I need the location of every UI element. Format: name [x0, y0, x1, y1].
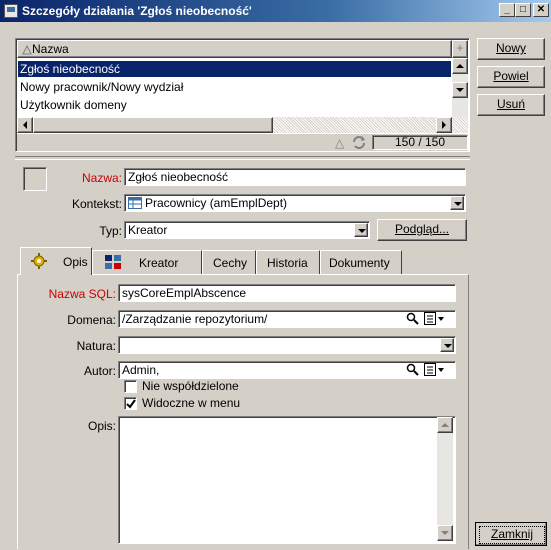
- not-shared-label: Nie współdzielone: [142, 379, 239, 393]
- delete-button-label: Usuń: [496, 97, 525, 111]
- description-scroll-up[interactable]: [437, 417, 453, 433]
- list-item[interactable]: Zgłoś nieobecność: [18, 61, 451, 77]
- author-label: Autor:: [83, 364, 116, 378]
- list-picker-icon[interactable]: [424, 312, 446, 329]
- sort-indicator-icon: △: [335, 136, 345, 150]
- domain-value: /Zarządzanie repozytorium/: [122, 312, 268, 326]
- column-header-name[interactable]: Nazwa: [17, 40, 452, 58]
- record-counter: 150 / 150: [372, 135, 468, 150]
- title-bar[interactable]: Szczegóły działania 'Zgłoś nieobecność' …: [0, 0, 551, 22]
- splitter[interactable]: [15, 156, 470, 160]
- new-button-label: Nowy: [495, 41, 526, 55]
- description-scrollbar[interactable]: [437, 417, 453, 541]
- description-textarea[interactable]: [118, 416, 456, 544]
- nature-select[interactable]: [118, 336, 456, 354]
- tab-opis[interactable]: Opis: [20, 247, 92, 275]
- tab-cechy[interactable]: Cechy: [202, 250, 256, 274]
- window-title: Szczegóły działania 'Zgłoś nieobecność': [22, 4, 252, 18]
- close-window-button[interactable]: ✕: [533, 3, 549, 17]
- visible-in-menu-label: Widoczne w menu: [142, 396, 241, 410]
- minimize-button[interactable]: _: [499, 3, 515, 17]
- tab-kreator-label: Kreator: [139, 256, 179, 270]
- visible-in-menu-checkbox[interactable]: [124, 397, 137, 410]
- scroll-left-button[interactable]: [17, 117, 33, 133]
- duplicate-button-label: Powiel: [493, 69, 529, 83]
- magnifier-icon[interactable]: [406, 312, 420, 329]
- tab-historia-label: Historia: [267, 256, 308, 270]
- description-label: Opis:: [87, 419, 116, 433]
- author-magnifier-icon[interactable]: [406, 363, 420, 380]
- not-shared-checkbox[interactable]: [124, 380, 137, 393]
- nature-label: Natura:: [76, 339, 116, 353]
- checkmark-icon: [126, 398, 136, 412]
- author-value: Admin,: [122, 363, 160, 377]
- scroll-down-button[interactable]: [452, 82, 468, 98]
- preview-button-label: Podgląd...: [394, 222, 450, 236]
- close-button[interactable]: Zamknij: [475, 522, 547, 546]
- wizard-icon: [105, 255, 121, 275]
- nature-dropdown-arrow[interactable]: [440, 338, 454, 352]
- window-app-icon: [4, 4, 18, 18]
- column-header-label: Nazwa: [32, 42, 69, 56]
- horizontal-scroll-thumb[interactable]: [33, 117, 273, 133]
- type-dropdown-arrow[interactable]: [354, 223, 368, 237]
- context-select[interactable]: Pracownicy (amEmplDept): [124, 194, 466, 212]
- column-add-icon[interactable]: +: [452, 40, 468, 58]
- tab-dokumenty-label: Dokumenty: [329, 256, 390, 270]
- tab-opis-label: Opis: [63, 255, 88, 269]
- details-window: Szczegóły działania 'Zgłoś nieobecność' …: [0, 0, 551, 550]
- tab-cechy-label: Cechy: [213, 256, 248, 270]
- scroll-up-button[interactable]: [452, 58, 468, 74]
- description-scroll-down[interactable]: [437, 525, 453, 541]
- sort-ascending-icon: [22, 44, 32, 58]
- type-select[interactable]: Kreator: [124, 221, 370, 239]
- type-label: Typ:: [99, 224, 122, 238]
- close-button-label: Zamknij: [479, 526, 545, 544]
- preview-button[interactable]: Podgląd...: [377, 219, 467, 241]
- records-list[interactable]: Nazwa + Zgłoś nieobecność Nowy pracownik…: [15, 38, 470, 152]
- sql-name-field[interactable]: sysCoreEmplAbscence: [118, 284, 456, 302]
- name-field[interactable]: Zgłoś nieobecność: [124, 168, 466, 186]
- tab-historia[interactable]: Historia: [256, 250, 320, 274]
- domain-label: Domena:: [67, 313, 116, 327]
- tab-dokumenty[interactable]: Dokumenty: [320, 250, 402, 274]
- tab-kreator[interactable]: Kreator: [92, 250, 202, 274]
- sql-name-label: Nazwa SQL:: [48, 287, 116, 301]
- context-dropdown-arrow[interactable]: [450, 196, 464, 210]
- list-item[interactable]: Nowy pracownik/Nowy wydział: [18, 79, 451, 95]
- list-status-bar: △ 150 / 150: [17, 134, 468, 151]
- close-button-text: Zamknij: [490, 527, 533, 541]
- duplicate-button[interactable]: Powiel: [477, 66, 545, 88]
- context-label: Kontekst:: [71, 197, 122, 211]
- record-image[interactable]: [23, 167, 47, 191]
- new-button[interactable]: Nowy: [477, 38, 545, 60]
- table-icon: [128, 197, 142, 211]
- type-value: Kreator: [128, 223, 168, 237]
- scroll-right-button[interactable]: [436, 117, 452, 133]
- maximize-button[interactable]: □: [515, 3, 531, 17]
- gear-icon: [31, 253, 47, 275]
- refresh-icon[interactable]: [351, 135, 367, 152]
- author-list-picker-icon[interactable]: [424, 363, 446, 380]
- delete-button[interactable]: Usuń: [477, 94, 545, 116]
- list-item[interactable]: Użytkownik domeny: [18, 97, 451, 113]
- name-label: Nazwa:: [81, 171, 122, 185]
- context-value: Pracownicy (amEmplDept): [145, 196, 288, 210]
